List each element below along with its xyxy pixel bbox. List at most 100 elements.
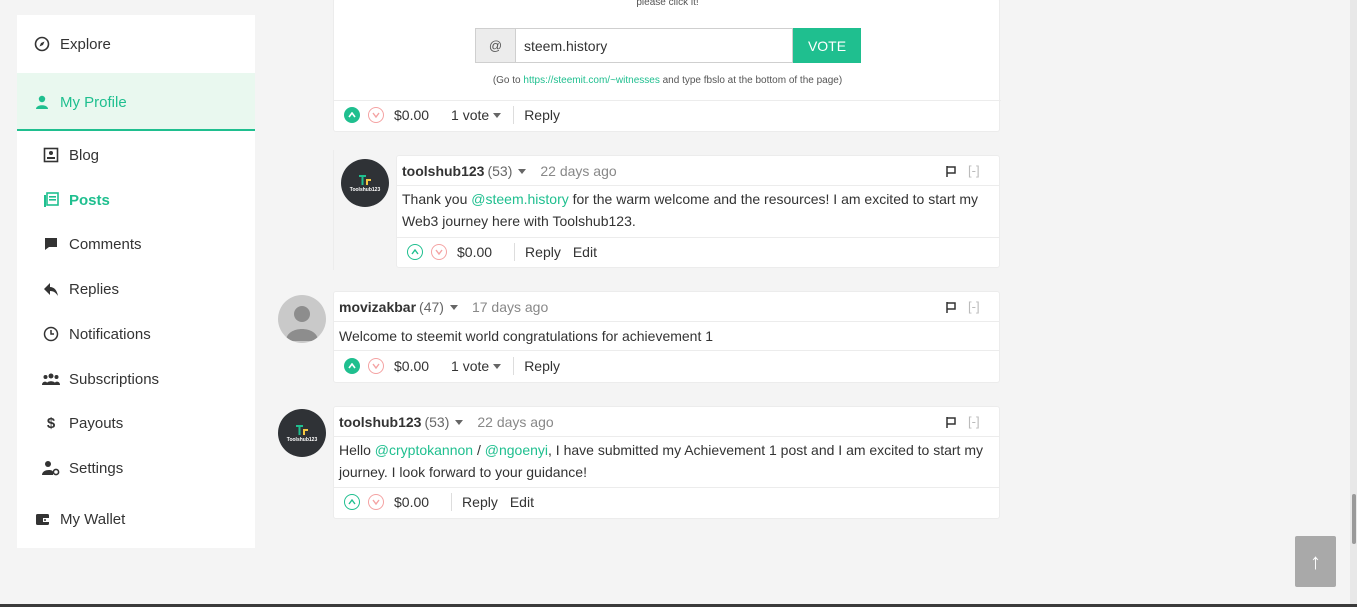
- scroll-to-top-button[interactable]: ↑: [1295, 536, 1336, 587]
- default-avatar-icon: [286, 306, 318, 341]
- author-reputation: (53): [487, 163, 513, 179]
- comment-age[interactable]: 22 days ago: [540, 163, 616, 179]
- nav-my-wallet-label: My Wallet: [60, 510, 126, 528]
- goto-suffix: and type fbslo at the bottom of the page…: [659, 75, 843, 86]
- sidebar-item-notifications[interactable]: Notifications: [42, 324, 280, 344]
- wallet-icon: [33, 510, 51, 528]
- upvote-icon[interactable]: [344, 494, 360, 510]
- collapse-toggle[interactable]: [-]: [968, 299, 980, 314]
- vote-count-label: 1 vote: [451, 107, 490, 123]
- author-reputation: (53): [424, 414, 450, 430]
- dollar-icon: $: [46, 414, 56, 432]
- upvote-icon[interactable]: [344, 358, 360, 374]
- separator: [513, 106, 515, 124]
- comment-body: Thank you @steem.history for the warm we…: [402, 188, 992, 232]
- comment-icon: [42, 235, 60, 253]
- collapse-toggle[interactable]: [-]: [968, 163, 980, 178]
- author-reputation: (47): [419, 299, 444, 315]
- comment-header: movizakbar (47) 17 days ago: [339, 297, 548, 317]
- sidebar-item-label: Posts: [69, 191, 110, 209]
- downvote-icon[interactable]: [368, 494, 384, 510]
- reply-button[interactable]: Reply: [462, 494, 498, 510]
- author-name[interactable]: toolshub123: [402, 163, 484, 179]
- reply-button[interactable]: Reply: [524, 107, 560, 123]
- caret-down-icon[interactable]: [455, 419, 464, 425]
- sidebar-item-replies[interactable]: Replies: [42, 279, 280, 299]
- upvote-icon[interactable]: [344, 107, 360, 123]
- nav-explore[interactable]: Explore: [33, 34, 271, 54]
- caret-down-icon: [493, 363, 502, 369]
- payout-amount[interactable]: $0.00: [394, 358, 429, 374]
- divider: [397, 185, 1000, 186]
- comment-actions: $0.00 Reply Edit: [407, 242, 597, 262]
- sidebar-item-settings[interactable]: Settings: [42, 458, 280, 478]
- collapse-toggle[interactable]: [-]: [968, 414, 980, 429]
- payout-amount[interactable]: $0.00: [457, 244, 492, 260]
- comment-body: Hello @cryptokannon / @ngoenyi, I have s…: [339, 439, 989, 483]
- downvote-icon[interactable]: [431, 244, 447, 260]
- edit-button[interactable]: Edit: [573, 244, 597, 260]
- edit-button[interactable]: Edit: [510, 494, 534, 510]
- downvote-icon[interactable]: [368, 107, 384, 123]
- avatar[interactable]: Toolshub123: [341, 159, 389, 207]
- vote-button[interactable]: VOTE: [793, 28, 861, 63]
- my-profile-section[interactable]: My Profile: [17, 73, 255, 131]
- avatar[interactable]: [278, 295, 326, 343]
- comment-age[interactable]: 17 days ago: [472, 299, 548, 315]
- avatar[interactable]: Toolshub123: [278, 409, 326, 457]
- flag-icon[interactable]: [945, 165, 957, 178]
- divider: [334, 436, 1000, 437]
- caret-down-icon[interactable]: [449, 304, 458, 310]
- toolshub-logo-icon: [296, 424, 308, 435]
- body-text: Thank you: [402, 191, 472, 207]
- nav-my-wallet[interactable]: My Wallet: [33, 509, 271, 529]
- sidebar-item-blog[interactable]: Blog: [42, 145, 280, 165]
- vote-count-label: 1 vote: [451, 358, 490, 374]
- thread-line: [333, 150, 334, 270]
- sidebar-item-payouts[interactable]: $ Payouts: [42, 413, 280, 433]
- reply-icon: [42, 280, 60, 298]
- upvote-icon[interactable]: [407, 244, 423, 260]
- author-name[interactable]: toolshub123: [339, 414, 421, 430]
- comment-actions: $0.00 Reply Edit: [344, 492, 534, 512]
- sidebar-item-posts[interactable]: Posts: [42, 190, 280, 210]
- comment-card: toolshub123 (53) 22 days ago [-] Hello @…: [333, 406, 1000, 519]
- witness-vote-card: please click it! @ VOTE (Go to https://s…: [333, 0, 1001, 132]
- at-prefix: @: [475, 28, 516, 63]
- blog-icon: [42, 146, 60, 164]
- nav-my-profile-label: My Profile: [60, 93, 127, 111]
- avatar-text: Toolshub123: [286, 436, 318, 443]
- scrollbar-thumb[interactable]: [1352, 494, 1356, 544]
- vote-count[interactable]: 1 vote: [451, 358, 502, 374]
- mention-link[interactable]: @steem.history: [471, 191, 568, 207]
- downvote-icon[interactable]: [368, 358, 384, 374]
- sidebar-item-subscriptions[interactable]: Subscriptions: [42, 369, 280, 389]
- body-text: /: [473, 442, 485, 458]
- reply-button[interactable]: Reply: [525, 244, 561, 260]
- witness-actions: $0.00 1 vote Reply: [344, 105, 572, 125]
- mention-link[interactable]: @cryptokannon: [375, 442, 473, 458]
- comment-body: Welcome to steemit world congratulations…: [339, 328, 714, 344]
- nav-my-profile[interactable]: My Profile: [33, 92, 271, 112]
- user-settings-icon: [42, 459, 60, 477]
- divider: [334, 350, 1000, 351]
- witness-note: please click it!: [636, 0, 699, 8]
- avatar-text: Toolshub123: [349, 186, 381, 193]
- sidebar-item-label: Comments: [69, 235, 142, 253]
- sidebar-item-label: Settings: [69, 459, 124, 477]
- witness-instructions: (Go to https://steemit.com/~witnesses an…: [334, 75, 1001, 86]
- sidebar-item-comments[interactable]: Comments: [42, 234, 280, 254]
- comment-age[interactable]: 22 days ago: [477, 414, 553, 430]
- mention-link[interactable]: @ngoenyi: [485, 442, 548, 458]
- witness-input[interactable]: [516, 28, 793, 63]
- reply-button[interactable]: Reply: [524, 358, 560, 374]
- caret-down-icon[interactable]: [518, 168, 527, 174]
- users-icon: [42, 370, 60, 388]
- author-name[interactable]: movizakbar: [339, 299, 416, 315]
- vote-count[interactable]: 1 vote: [451, 107, 502, 123]
- witnesses-link[interactable]: https://steemit.com/~witnesses: [523, 75, 659, 86]
- payout-amount[interactable]: $0.00: [394, 494, 429, 510]
- flag-icon[interactable]: [945, 416, 957, 429]
- flag-icon[interactable]: [945, 301, 957, 314]
- payout-amount[interactable]: $0.00: [394, 107, 429, 123]
